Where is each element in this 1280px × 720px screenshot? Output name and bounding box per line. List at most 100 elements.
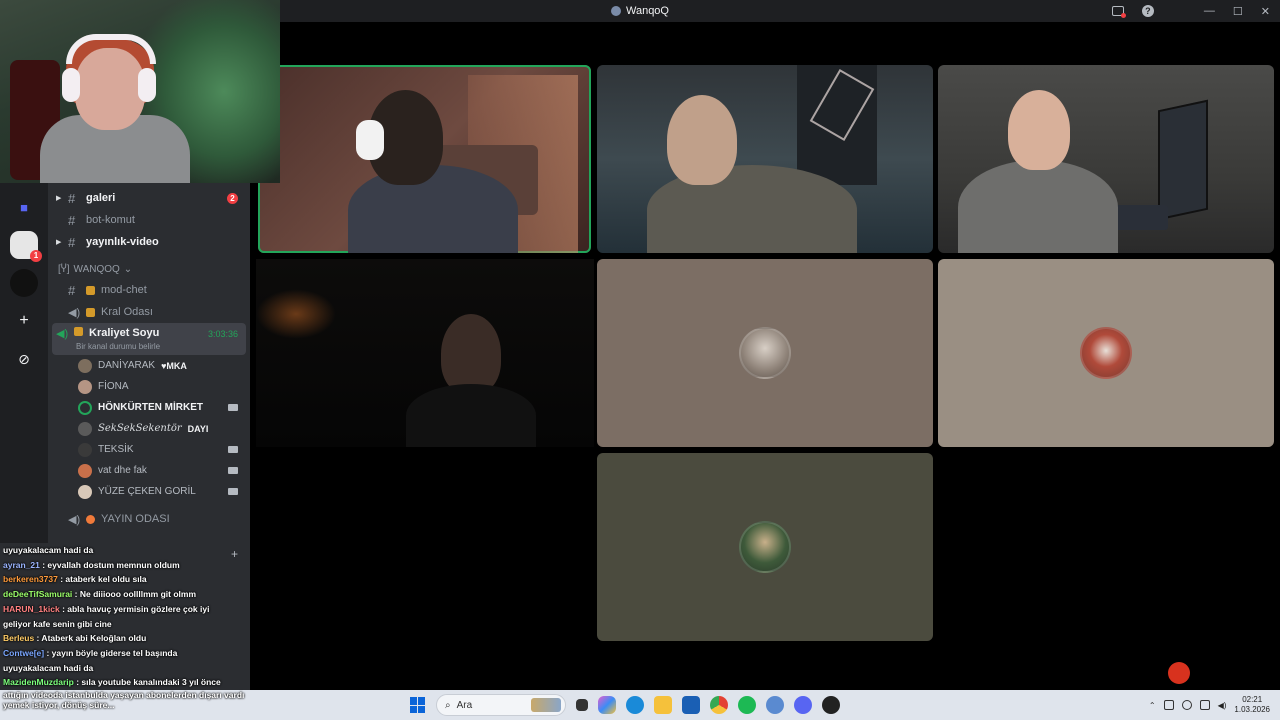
- server-icon-dark[interactable]: [10, 269, 38, 297]
- window-title: WanqoQ: [610, 5, 669, 17]
- camera-icon: [228, 446, 238, 453]
- discord-window: WanqoQ ? — ☐ ✕ ■ 1 + ⊘ ▶ # galeri 2 # bo…: [0, 0, 1280, 720]
- avatar: [78, 379, 92, 394]
- compass-icon[interactable]: ⊘: [10, 345, 38, 373]
- chat-message: MazidenMuzdarip : sıla youtube kanalında…: [3, 677, 221, 688]
- clock[interactable]: 02:21 1.03.2026: [1234, 695, 1270, 715]
- settings-icon[interactable]: [766, 696, 784, 714]
- chat-message: ayran_21 : eyvallah dostum memnun oldum: [3, 559, 180, 570]
- stream-chat-overlay: + uyuyakalacam hadi da ayran_21 : eyvall…: [0, 543, 250, 690]
- avatar: [78, 400, 92, 415]
- voice-duration: 3:03:36: [207, 329, 238, 339]
- system-tray: ⌃ ◀) 02:21 1.03.2026: [1149, 690, 1270, 720]
- windows-start-icon[interactable]: [410, 697, 426, 713]
- close-button[interactable]: ✕: [1261, 5, 1270, 18]
- avatar: [78, 358, 92, 373]
- avatar: [78, 442, 92, 457]
- volume-icon[interactable]: ◀): [1218, 701, 1227, 710]
- spotify-icon[interactable]: [738, 696, 756, 714]
- chat-message: uyuyakalacam hadi da: [3, 662, 94, 673]
- speaker-icon: ◀): [56, 328, 69, 340]
- video-tile-avatar[interactable]: [938, 259, 1274, 447]
- monitor-icon[interactable]: [1199, 700, 1210, 710]
- voice-user[interactable]: DANİYARAK ♥MKA: [48, 355, 250, 376]
- channel-galeri[interactable]: ▶ # galeri 2: [48, 187, 250, 209]
- avatar: [739, 327, 791, 379]
- video-tile-avatar[interactable]: [597, 453, 933, 641]
- minimize-button[interactable]: —: [1204, 5, 1215, 17]
- avatar: [739, 521, 791, 573]
- edge-icon[interactable]: [626, 696, 644, 714]
- chat-message: uyuyakalacam hadi da: [3, 545, 94, 555]
- video-tile[interactable]: [597, 65, 933, 253]
- video-tile[interactable]: [256, 259, 594, 447]
- crown-emoji-icon: [74, 327, 83, 336]
- voice-channel-kral-odasi[interactable]: ◀) Kral Odası: [48, 301, 250, 323]
- voice-user[interactable]: YÜZE ÇEKEN GORİL: [48, 481, 250, 502]
- caret-right-icon: ▶: [56, 239, 62, 246]
- chat-ticker: attığın videoda istanbulda yaşayan abone…: [3, 690, 245, 710]
- video-grid: [250, 22, 1280, 690]
- chat-message: berkeren3737 : ataberk kel oldu sıla: [3, 574, 147, 585]
- hash-icon: #: [68, 212, 76, 228]
- file-explorer-icon[interactable]: [654, 696, 672, 714]
- hash-icon: #: [68, 190, 76, 206]
- camera-icon: [228, 488, 238, 495]
- hash-icon: #: [68, 234, 76, 250]
- chat-message: Contwe[e] : yayın böyle giderse tel başı…: [3, 647, 178, 658]
- voice-channel-kraliyet-soyu[interactable]: ◀) Kraliyet Soyu 3:03:36 Bir kanal durum…: [52, 323, 246, 355]
- caret-right-icon: ▶: [56, 195, 62, 202]
- speaker-icon: ◀): [68, 306, 81, 319]
- network-icon[interactable]: [1163, 700, 1174, 710]
- streamer-webcam: [0, 0, 280, 183]
- window-title-text: WanqoQ: [625, 5, 669, 17]
- chevron-down-icon: ⌄: [123, 263, 133, 275]
- channel-bot-komut[interactable]: # bot-komut: [48, 209, 250, 231]
- speaker-icon: ◀): [68, 513, 81, 526]
- server-icon-active[interactable]: 1: [10, 231, 42, 262]
- help-icon[interactable]: ?: [1141, 5, 1154, 17]
- voice-user[interactable]: vat dhe fak: [48, 460, 250, 481]
- obs-icon[interactable]: [822, 696, 840, 714]
- video-tile-speaking[interactable]: [258, 65, 591, 253]
- search-icon: ⌕: [445, 699, 451, 711]
- server-badge: 1: [30, 250, 42, 262]
- crown-emoji-icon: [86, 285, 95, 295]
- unread-count-badge: 2: [227, 192, 238, 204]
- crown-emoji-icon: [86, 307, 95, 317]
- channel-mod-chet[interactable]: # mod-chet: [48, 279, 250, 301]
- channel-yayinlik-video[interactable]: ▶ # yayınlık-video: [48, 231, 250, 253]
- add-server-icon[interactable]: +: [10, 307, 38, 335]
- voice-user[interactable]: TEKSİK: [48, 439, 250, 460]
- voice-user[interactable]: SekSekSekentör DAYI: [48, 418, 250, 439]
- store-icon[interactable]: [682, 696, 700, 714]
- camera-icon: [228, 404, 238, 411]
- chat-message: deDeeTifSamurai : Ne diiiooo oollllmm gi…: [3, 589, 197, 600]
- direct-messages-icon[interactable]: ■: [10, 193, 38, 221]
- app-logo-icon: [610, 6, 621, 16]
- task-view-icon[interactable]: [576, 699, 588, 711]
- avatar: [78, 421, 92, 436]
- video-tile[interactable]: [938, 65, 1274, 253]
- voice-user[interactable]: HÖNKÜRTEN MİRKET: [48, 397, 250, 418]
- video-tile-avatar[interactable]: [597, 259, 933, 447]
- voice-user[interactable]: FİONA: [48, 376, 250, 397]
- category-wanqoq[interactable]: [Ⴤ] WANQOQ ⌄: [48, 259, 250, 279]
- chat-message: Berleus : Ataberk abi Keloğlan oldu: [3, 633, 147, 644]
- window-controls: ? — ☐ ✕: [1111, 0, 1270, 22]
- avatar: [1080, 327, 1132, 379]
- chevron-up-icon[interactable]: ⌃: [1149, 701, 1156, 710]
- avatar: [78, 484, 92, 499]
- voice-channel-yayin-odasi[interactable]: ◀) YAYIN ODASI: [48, 508, 250, 530]
- chrome-icon[interactable]: [710, 696, 728, 714]
- discord-icon[interactable]: [794, 696, 812, 714]
- screen-share-icon[interactable]: [1111, 6, 1126, 18]
- mic-icon[interactable]: [1181, 700, 1192, 710]
- channel-status[interactable]: Bir kanal durumu belirle: [76, 342, 160, 351]
- avatar: [78, 463, 92, 478]
- taskbar-search[interactable]: ⌕ Ara: [436, 694, 566, 716]
- overlay-logo: [1168, 662, 1190, 684]
- copilot-icon[interactable]: [598, 696, 616, 714]
- plus-icon[interactable]: +: [231, 547, 238, 562]
- maximize-button[interactable]: ☐: [1233, 5, 1243, 18]
